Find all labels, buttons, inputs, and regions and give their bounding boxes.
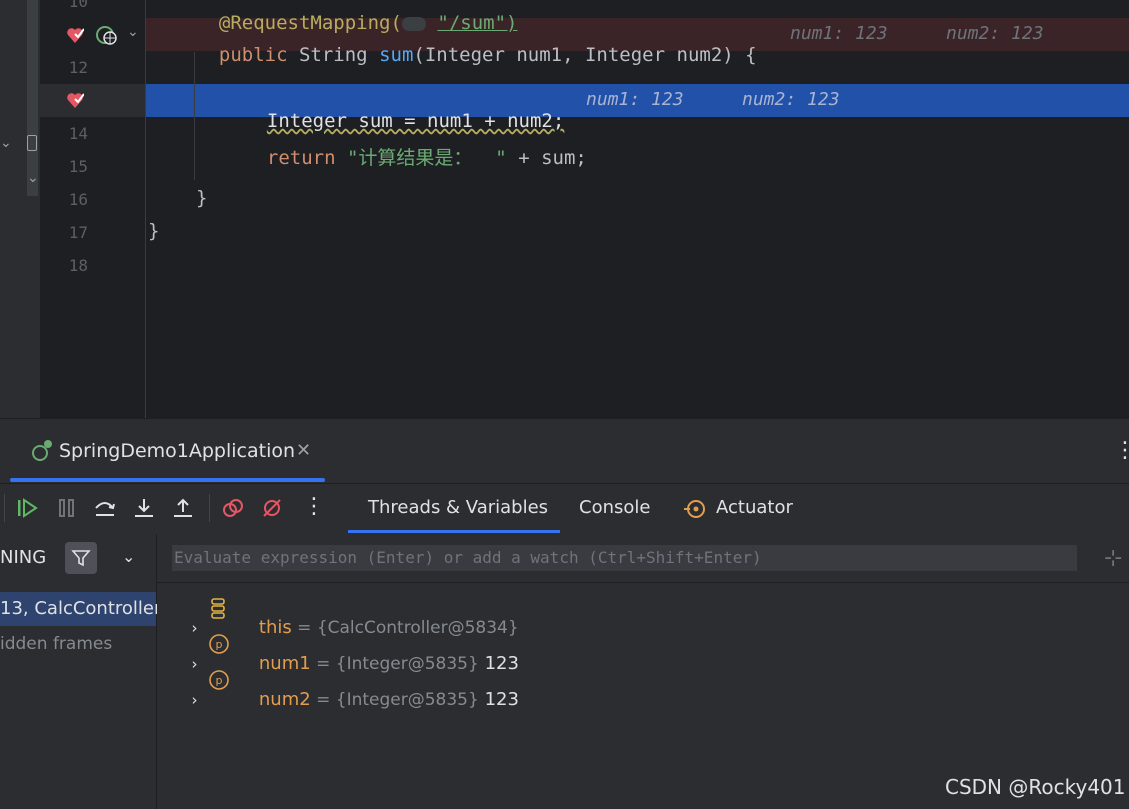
line-number: 18 bbox=[68, 256, 88, 275]
hidden-frames-link[interactable]: idden frames bbox=[0, 634, 112, 654]
evaluate-placeholder: Evaluate expression (Enter) or add a wat… bbox=[174, 548, 762, 567]
spring-boot-run-icon bbox=[32, 440, 52, 461]
more-options-icon[interactable]: ⋮ bbox=[1114, 438, 1129, 463]
toolbar-separator bbox=[209, 494, 210, 522]
closing-brace: } bbox=[196, 187, 208, 209]
breakpoint-icon[interactable] bbox=[66, 26, 84, 44]
chevron-down-icon[interactable]: ⌄ bbox=[122, 547, 135, 566]
line-number: 17 bbox=[68, 223, 88, 242]
active-tab-indicator bbox=[10, 478, 325, 482]
step-into-icon[interactable] bbox=[132, 496, 156, 520]
keyword: public bbox=[218, 44, 288, 66]
run-config-tab[interactable]: SpringDemo1Application bbox=[59, 440, 295, 462]
code-line-11: public String sum(Integer num1, Integer … bbox=[196, 22, 757, 66]
frame-label: 13, CalcController bbox=[0, 598, 162, 619]
inline-value-hint: num2: 123 bbox=[946, 23, 1044, 44]
toolbar-separator bbox=[4, 494, 5, 522]
chevron-down-icon[interactable]: ⌄ bbox=[127, 24, 139, 40]
line-number: 12 bbox=[68, 58, 88, 77]
thread-selector[interactable]: NING bbox=[0, 547, 46, 568]
resume-icon[interactable] bbox=[15, 496, 39, 520]
frame-row-selected[interactable]: 13, CalcController bbox=[0, 592, 161, 626]
string-literal: "计算结果是： " bbox=[346, 147, 507, 169]
tab-threads-variables[interactable]: Threads & Variables bbox=[368, 497, 548, 518]
inline-value-hint: num2: 123 bbox=[742, 89, 840, 110]
line-number: 10 bbox=[68, 0, 88, 11]
close-icon[interactable]: ✕ bbox=[296, 440, 311, 461]
svg-text:p: p bbox=[216, 638, 223, 651]
type-name: String bbox=[298, 44, 368, 66]
method-params: (Integer num1, Integer num2) { bbox=[413, 44, 757, 66]
variable-type: {Integer@5835} bbox=[335, 690, 479, 710]
file-icon bbox=[27, 135, 37, 151]
current-line-gutter bbox=[40, 84, 145, 117]
line-number: 15 bbox=[68, 157, 88, 176]
filter-icon bbox=[71, 550, 91, 567]
tab-console[interactable]: Console bbox=[579, 497, 650, 518]
variable-name: num2 bbox=[258, 689, 311, 710]
watermark: CSDN @Rocky401 bbox=[945, 775, 1126, 799]
chevron-right-icon[interactable]: › bbox=[191, 691, 197, 709]
svg-text:p: p bbox=[216, 674, 223, 687]
variable-row[interactable]: › p num1 = {Integer@5835} 123 bbox=[180, 632, 519, 674]
parameter-icon: p bbox=[209, 634, 229, 654]
inline-value-hint: num1: 123 bbox=[790, 23, 888, 44]
spring-web-endpoint-icon[interactable] bbox=[95, 24, 119, 46]
step-over-icon[interactable] bbox=[93, 496, 117, 520]
chevron-down-icon[interactable]: ⌄ bbox=[27, 170, 39, 186]
add-watch-icon[interactable]: ⊹ bbox=[1104, 546, 1122, 571]
breakpoint-icon[interactable] bbox=[66, 91, 84, 109]
debug-toolbar bbox=[0, 483, 1129, 535]
method-name: sum bbox=[379, 44, 414, 66]
line-number: 16 bbox=[68, 190, 88, 209]
inline-value-hint: num1: 123 bbox=[586, 89, 684, 110]
project-strip: ⌄ ⌄ bbox=[0, 0, 40, 418]
filter-button[interactable] bbox=[65, 542, 97, 574]
variable-row[interactable]: › this = {CalcController@5834} bbox=[180, 596, 519, 638]
divider bbox=[157, 582, 1129, 583]
expression: + sum; bbox=[506, 147, 587, 169]
frames-pane bbox=[0, 534, 157, 809]
line-number: 14 bbox=[68, 124, 88, 143]
actuator-icon bbox=[684, 500, 705, 518]
step-out-icon[interactable] bbox=[171, 496, 195, 520]
keyword: return bbox=[266, 147, 336, 169]
variable-row[interactable]: › p num2 = {Integer@5835} 123 bbox=[180, 668, 519, 710]
parameter-icon: p bbox=[209, 670, 229, 690]
more-options-icon[interactable]: ⋮ bbox=[303, 494, 325, 519]
view-breakpoints-icon[interactable] bbox=[221, 496, 245, 520]
active-tab-indicator bbox=[348, 530, 560, 533]
pause-icon[interactable] bbox=[55, 496, 79, 520]
mute-breakpoints-icon[interactable] bbox=[260, 496, 284, 520]
chevron-down-icon[interactable]: ⌄ bbox=[0, 135, 12, 151]
tab-actuator[interactable]: Actuator bbox=[716, 497, 793, 518]
code-line-14: return "计算结果是： " + sum; bbox=[244, 121, 587, 170]
indent-guide bbox=[194, 52, 195, 180]
variable-value: 123 bbox=[484, 689, 519, 710]
field-stack-icon bbox=[211, 598, 225, 619]
strip-scrollbar[interactable] bbox=[27, 0, 38, 196]
closing-brace: } bbox=[148, 220, 160, 242]
